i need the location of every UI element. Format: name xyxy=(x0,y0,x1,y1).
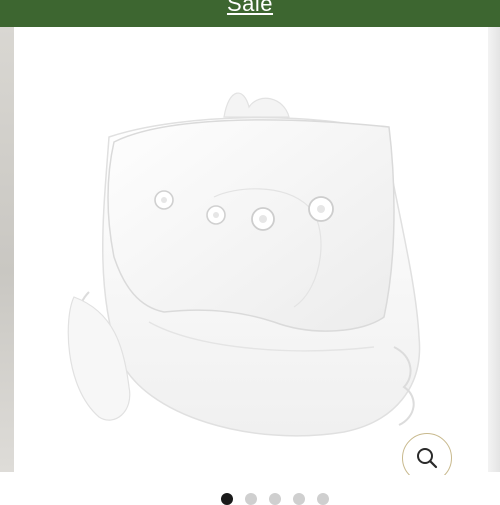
zoom-button[interactable] xyxy=(402,433,452,475)
product-image xyxy=(67,92,421,437)
magnifier-icon xyxy=(417,448,438,469)
carousel-dots xyxy=(0,493,500,505)
announcement-banner: Sale xyxy=(0,0,500,27)
next-slide-peek[interactable] xyxy=(488,27,500,472)
carousel-dot[interactable] xyxy=(245,493,257,505)
carousel-dot[interactable] xyxy=(269,493,281,505)
carousel-dot[interactable] xyxy=(221,493,233,505)
previous-slide-peek[interactable] xyxy=(0,27,14,472)
carousel-dot[interactable] xyxy=(293,493,305,505)
sale-link[interactable]: Sale xyxy=(0,0,500,17)
carousel-dot[interactable] xyxy=(317,493,329,505)
product-image-gallery[interactable] xyxy=(0,27,500,475)
